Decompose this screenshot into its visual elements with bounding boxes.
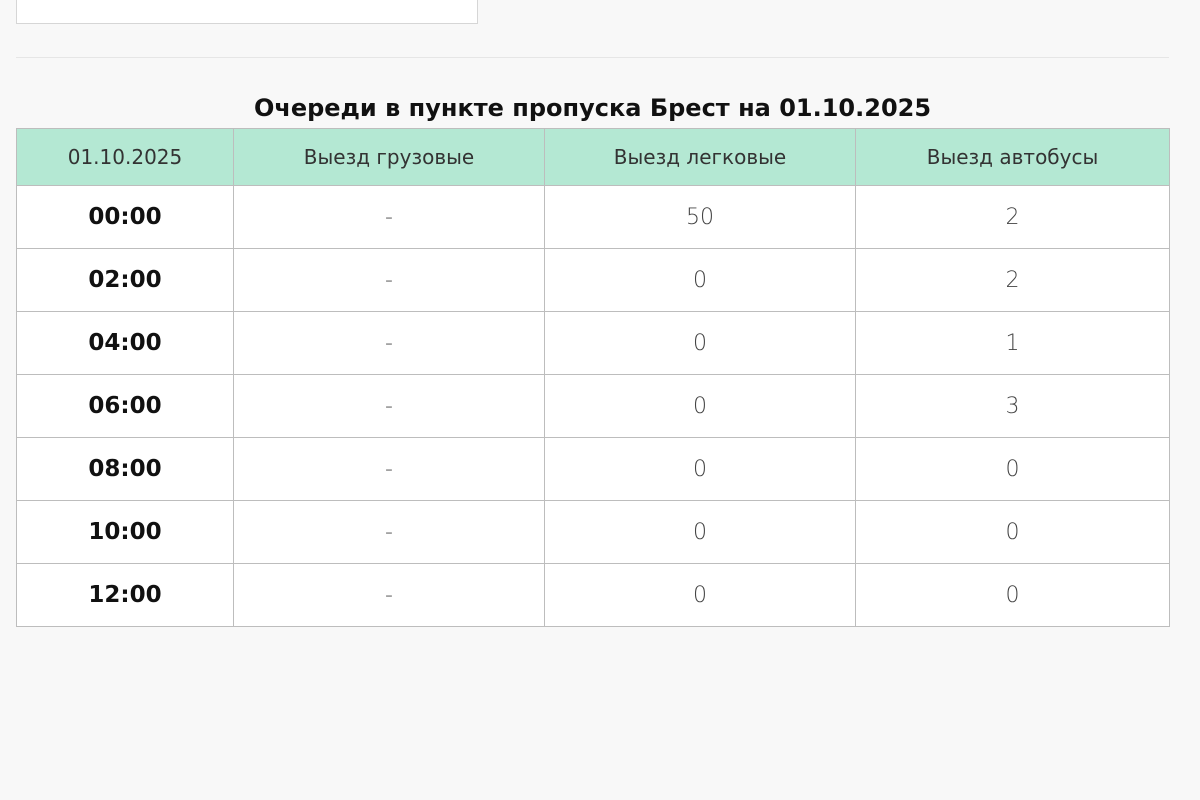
top-input-box[interactable] [16,0,478,24]
table-row: 06:00 - 0 3 [16,374,1170,438]
row-buses: 0 [855,563,1170,627]
queue-table-header: 01.10.2025 Выезд грузовые Выезд легковые… [16,128,1170,186]
header-row: 01.10.2025 Выезд грузовые Выезд легковые… [16,128,1170,186]
row-cars: 0 [544,248,856,312]
page-title: Очереди в пункте пропуска Брест на 01.10… [253,94,932,122]
row-cars: 0 [544,437,856,501]
row-cars: 0 [544,374,856,438]
table-row: 12:00 - 0 0 [16,563,1170,627]
header-date: 01.10.2025 [16,128,234,186]
row-trucks: - [233,374,545,438]
row-cars: 0 [544,311,856,375]
row-trucks: - [233,437,545,501]
row-time: 12:00 [16,563,234,627]
queue-table: 01.10.2025 Выезд грузовые Выезд легковые… [16,128,1170,627]
row-time: 10:00 [16,500,234,564]
row-cars: 50 [544,185,856,249]
row-buses: 2 [855,248,1170,312]
row-time: 02:00 [16,248,234,312]
row-trucks: - [233,311,545,375]
table-row: 00:00 - 50 2 [16,185,1170,249]
table-row: 08:00 - 0 0 [16,437,1170,501]
row-buses: 3 [855,374,1170,438]
page: Очереди в пункте пропуска Брест на 01.10… [0,0,1200,800]
header-cars: Выезд легковые [544,128,856,186]
row-cars: 0 [544,500,856,564]
row-buses: 0 [855,500,1170,564]
row-trucks: - [233,500,545,564]
row-buses: 0 [855,437,1170,501]
row-trucks: - [233,248,545,312]
header-trucks: Выезд грузовые [233,128,545,186]
row-cars: 0 [544,563,856,627]
section-divider [16,57,1169,58]
row-buses: 1 [855,311,1170,375]
row-time: 06:00 [16,374,234,438]
row-time: 08:00 [16,437,234,501]
row-trucks: - [233,185,545,249]
queue-table-body: 00:00 - 50 2 02:00 - 0 2 04:00 - 0 1 06:… [16,185,1170,627]
header-buses: Выезд автобусы [855,128,1170,186]
row-time: 00:00 [16,185,234,249]
row-time: 04:00 [16,311,234,375]
row-buses: 2 [855,185,1170,249]
row-trucks: - [233,563,545,627]
table-row: 04:00 - 0 1 [16,311,1170,375]
table-row: 10:00 - 0 0 [16,500,1170,564]
table-row: 02:00 - 0 2 [16,248,1170,312]
